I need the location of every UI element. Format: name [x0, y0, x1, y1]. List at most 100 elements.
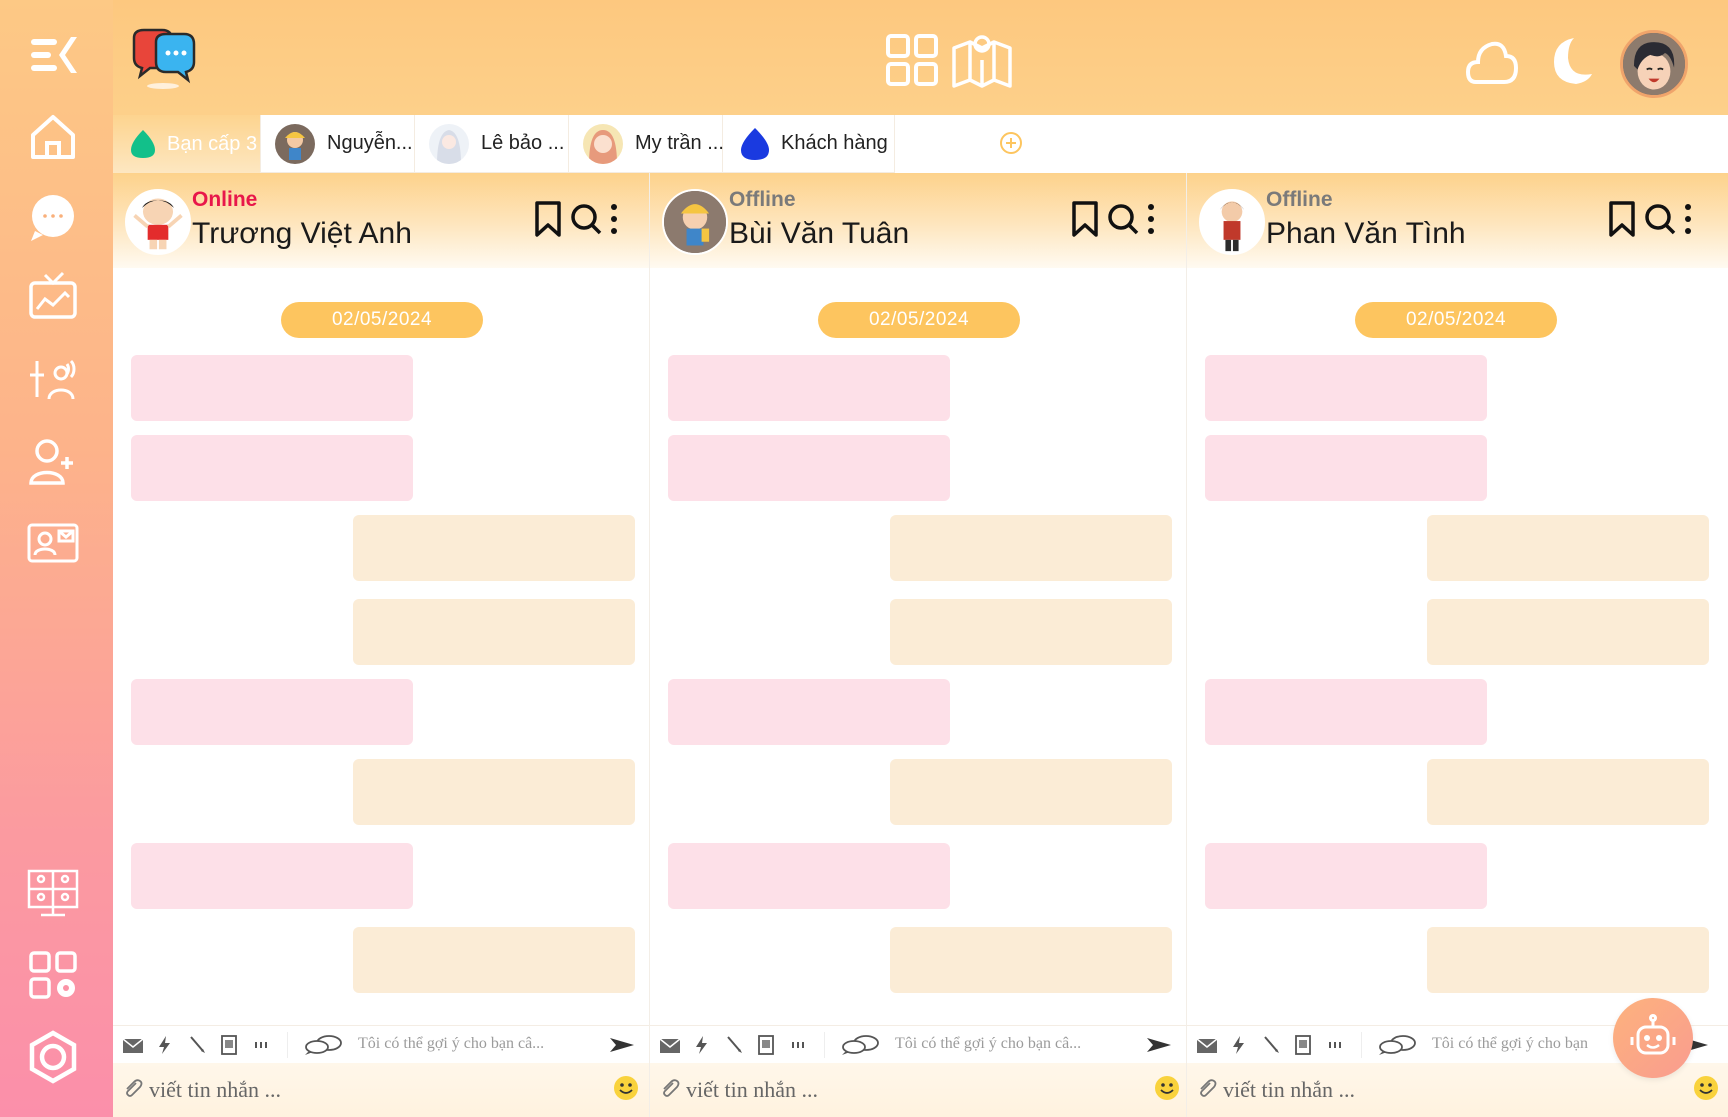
chat-panel: Offline Bùi Văn Tuân 02/05/2024 Tôi có t… [650, 173, 1187, 1117]
outgoing-message[interactable] [353, 599, 635, 665]
date-divider: 02/05/2024 [281, 302, 483, 338]
ai-suggestion[interactable]: Tôi có thể gợi ý cho bạn [1432, 1035, 1617, 1053]
voice-settings-icon[interactable] [22, 348, 84, 410]
chatbot-button[interactable] [1613, 998, 1693, 1078]
incoming-message[interactable] [668, 843, 950, 909]
cloud-icon[interactable] [1465, 30, 1520, 92]
contact-avatar[interactable] [125, 189, 191, 255]
app-logo-icon[interactable] [128, 28, 198, 90]
incoming-message[interactable] [1205, 679, 1487, 745]
lightning-icon[interactable] [1227, 1033, 1251, 1057]
user-avatar[interactable] [1620, 30, 1688, 98]
message-input[interactable] [1223, 1073, 1663, 1107]
incoming-message[interactable] [131, 843, 413, 909]
chat-bubble-icon[interactable] [22, 186, 84, 248]
message-input[interactable] [686, 1073, 1126, 1107]
tv-chart-icon[interactable] [22, 266, 84, 328]
contact-avatar[interactable] [1199, 189, 1265, 255]
outgoing-message[interactable] [1427, 515, 1709, 581]
contact-avatar[interactable] [662, 189, 728, 255]
incoming-message[interactable] [131, 679, 413, 745]
more-options-icon[interactable] [786, 1033, 810, 1057]
outgoing-message[interactable] [890, 515, 1172, 581]
hexagon-logo-icon[interactable] [22, 1026, 84, 1088]
send-icon[interactable] [1145, 1036, 1173, 1054]
outgoing-message[interactable] [353, 759, 635, 825]
incoming-message[interactable] [1205, 843, 1487, 909]
document-icon[interactable] [217, 1033, 241, 1057]
emoji-icon[interactable] [1154, 1075, 1180, 1101]
document-icon[interactable] [1291, 1033, 1315, 1057]
outgoing-message[interactable] [1427, 927, 1709, 993]
incoming-message[interactable] [1205, 435, 1487, 501]
pen-icon[interactable] [1259, 1033, 1283, 1057]
mail-icon[interactable] [121, 1033, 145, 1057]
tab-avatar [583, 123, 623, 164]
attach-icon[interactable] [1195, 1077, 1219, 1101]
outgoing-message[interactable] [353, 927, 635, 993]
contact-name: Trương Việt Anh [192, 217, 412, 250]
outgoing-message[interactable] [1427, 599, 1709, 665]
attach-icon[interactable] [121, 1077, 145, 1101]
add-tab-icon[interactable] [998, 130, 1024, 156]
more-icon[interactable] [1142, 199, 1160, 239]
suggestion-chat-icon[interactable] [1377, 1033, 1417, 1057]
more-icon[interactable] [1679, 199, 1697, 239]
outgoing-message[interactable] [1427, 759, 1709, 825]
incoming-message[interactable] [131, 355, 413, 421]
more-options-icon[interactable] [1323, 1033, 1347, 1057]
incoming-message[interactable] [1205, 355, 1487, 421]
document-icon[interactable] [754, 1033, 778, 1057]
tab-label: Khách hàng [781, 132, 888, 154]
outgoing-message[interactable] [890, 599, 1172, 665]
menu-collapse-icon[interactable] [22, 24, 84, 86]
chat-panel: Offline Phan Văn Tình 02/05/2024 Tôi có … [1187, 173, 1728, 1117]
incoming-message[interactable] [131, 435, 413, 501]
tab-nguyen[interactable]: Nguyễn... [261, 115, 415, 173]
mail-icon[interactable] [658, 1033, 682, 1057]
tab-ban-cap-3[interactable]: Bạn cấp 3 [113, 115, 261, 173]
suggestion-chat-icon[interactable] [303, 1033, 343, 1057]
suggestion-chat-icon[interactable] [840, 1033, 880, 1057]
chat-panel: Online Trương Việt Anh 02/05/2024 Tôi có… [113, 173, 650, 1117]
tab-khach-hang[interactable]: Khách hàng [723, 115, 895, 173]
bookmark-icon[interactable] [1605, 199, 1639, 239]
tab-my-tran[interactable]: My trần ... [569, 115, 724, 173]
search-icon[interactable] [1106, 199, 1140, 239]
more-options-icon[interactable] [249, 1033, 273, 1057]
tab-le-bao[interactable]: Lê bảo ... [415, 115, 569, 173]
message-input[interactable] [149, 1073, 589, 1107]
ai-suggestion[interactable]: Tôi có thể gợi ý cho bạn câ... [358, 1035, 588, 1053]
bookmark-icon[interactable] [1068, 199, 1102, 239]
contact-card-icon[interactable] [22, 512, 84, 574]
send-icon[interactable] [608, 1036, 636, 1054]
search-icon[interactable] [1643, 199, 1677, 239]
emoji-icon[interactable] [1693, 1075, 1719, 1101]
mail-icon[interactable] [1195, 1033, 1219, 1057]
outgoing-message[interactable] [890, 927, 1172, 993]
lightning-icon[interactable] [690, 1033, 714, 1057]
bookmark-icon[interactable] [531, 199, 565, 239]
apps-settings-icon[interactable] [22, 944, 84, 1006]
search-icon[interactable] [569, 199, 603, 239]
grid-icon[interactable] [884, 30, 942, 92]
ai-suggestion[interactable]: Tôi có thể gợi ý cho bạn câ... [895, 1035, 1125, 1053]
pen-icon[interactable] [722, 1033, 746, 1057]
video-meeting-icon[interactable] [22, 862, 84, 924]
incoming-message[interactable] [668, 435, 950, 501]
more-icon[interactable] [605, 199, 623, 239]
lightning-icon[interactable] [153, 1033, 177, 1057]
incoming-message[interactable] [668, 355, 950, 421]
outgoing-message[interactable] [353, 515, 635, 581]
date-divider: 02/05/2024 [818, 302, 1020, 338]
attach-icon[interactable] [658, 1077, 682, 1101]
incoming-message[interactable] [668, 679, 950, 745]
pen-icon[interactable] [185, 1033, 209, 1057]
outgoing-message[interactable] [890, 759, 1172, 825]
add-user-icon[interactable] [22, 430, 84, 492]
emoji-icon[interactable] [613, 1075, 639, 1101]
moon-icon[interactable] [1540, 30, 1594, 92]
toolbar-divider [1361, 1032, 1362, 1058]
home-icon[interactable] [22, 106, 84, 168]
map-icon[interactable] [950, 30, 1014, 92]
